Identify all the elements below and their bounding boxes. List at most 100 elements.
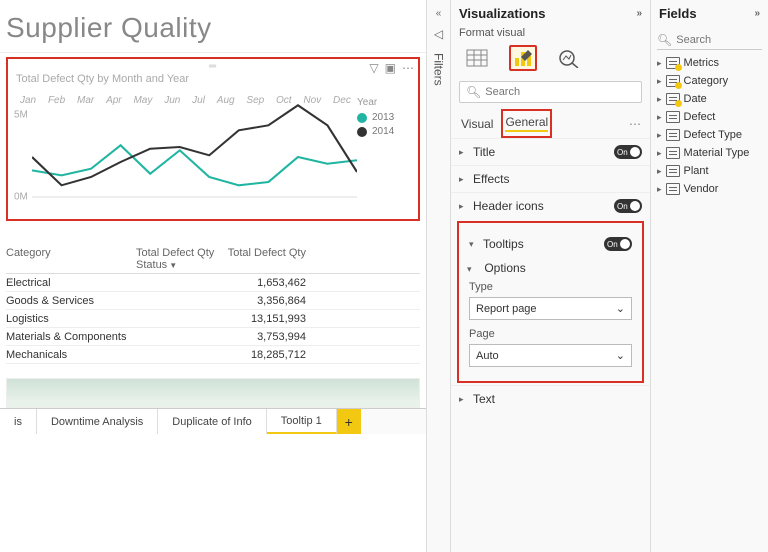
field-label: Plant [684, 165, 709, 177]
field-label: Vendor [684, 183, 719, 195]
report-tab[interactable]: Downtime Analysis [37, 409, 158, 434]
tab-general[interactable]: General [501, 109, 552, 138]
section-effects[interactable]: ▸ Effects [451, 165, 650, 192]
field-table[interactable]: ▸ Defect Type [651, 126, 768, 144]
legend-item: 2014 [357, 126, 412, 137]
cell-qty: 18,285,712 [216, 349, 306, 361]
y-tick: 0M [14, 191, 28, 202]
table-row[interactable]: Mechanicals 18,285,712 [6, 346, 420, 364]
filters-label: Filters [432, 53, 446, 86]
section-header-icons[interactable]: ▸ Header icons On [451, 192, 650, 219]
chevron-right-icon: ▸ [657, 94, 662, 105]
chevron-right-icon: ▸ [459, 174, 469, 185]
build-visual-icon[interactable] [463, 45, 491, 71]
cell-category: Logistics [6, 313, 136, 325]
col-category[interactable]: Category [6, 247, 136, 271]
section-tooltips[interactable]: ▾ Tooltips On [461, 231, 640, 257]
cell-category: Goods & Services [6, 295, 136, 307]
chevron-right-icon: ▸ [657, 76, 662, 87]
field-table[interactable]: ▸ Material Type [651, 144, 768, 162]
table-icon [666, 183, 680, 195]
tab-visual[interactable]: Visual [459, 113, 495, 135]
tooltip-page-dropdown[interactable]: Auto⌄ [469, 344, 632, 367]
viz-search[interactable]: 🔍︎ [459, 81, 642, 103]
cell-qty: 3,753,994 [216, 331, 306, 343]
expand-icon[interactable]: » [754, 8, 760, 19]
fields-search-input[interactable] [676, 34, 762, 46]
collapse-icon[interactable]: « [436, 8, 442, 19]
section-text[interactable]: ▸ Text [451, 385, 650, 412]
cell-category: Electrical [6, 277, 136, 289]
sort-desc-icon[interactable]: ▼ [169, 261, 177, 270]
report-tab[interactable]: Duplicate of Info [158, 409, 267, 434]
toggle-tooltips[interactable]: On [604, 237, 632, 251]
chart-legend: Year 2013 2014 [357, 91, 412, 211]
report-tabs: isDowntime AnalysisDuplicate of InfoTool… [0, 408, 426, 434]
chart-visual[interactable]: ═ ▽ ▣ ⋯ Total Defect Qty by Month and Ye… [6, 57, 420, 221]
viz-subtitle: Format visual [451, 27, 650, 39]
search-icon: 🔍︎ [657, 33, 672, 47]
fields-pane: Fields » 🔍︎ ▸ Metrics ▸ Category ▸ Date … [650, 0, 768, 552]
chevron-right-icon: ▸ [459, 394, 469, 405]
focus-icon[interactable]: ▣ [385, 61, 396, 75]
add-page-button[interactable]: + [337, 409, 361, 434]
chevron-right-icon: ▸ [657, 130, 662, 141]
cell-category: Mechanicals [6, 349, 136, 361]
analytics-icon[interactable] [555, 45, 583, 71]
visualizations-pane: Visualizations » Format visual 🔍︎ Visual… [450, 0, 650, 552]
tooltip-page-label: Page [461, 326, 640, 342]
field-table[interactable]: ▸ Defect [651, 108, 768, 126]
bookmark-icon[interactable]: ◁ [434, 27, 443, 41]
tooltip-type-dropdown[interactable]: Report page⌄ [469, 297, 632, 320]
cell-category: Materials & Components [6, 331, 136, 343]
chevron-down-icon: ⌄ [616, 349, 625, 362]
page-title: Supplier Quality [0, 0, 426, 53]
section-title[interactable]: ▸ Title On [451, 138, 650, 165]
field-label: Material Type [684, 147, 750, 159]
chevron-right-icon: ▸ [657, 58, 662, 69]
filter-icon[interactable]: ▽ [369, 61, 378, 75]
table-icon [666, 165, 680, 177]
filters-rail[interactable]: « ◁ Filters [426, 0, 450, 552]
fields-title: Fields [659, 6, 697, 21]
col-status[interactable]: Total Defect Qty Status▼ [136, 247, 216, 271]
toggle-title[interactable]: On [614, 145, 642, 159]
tabs-more-icon[interactable]: ⋯ [629, 117, 642, 131]
drag-handle-icon[interactable]: ═ [209, 61, 217, 72]
y-tick: 5M [14, 110, 28, 121]
col-qty[interactable]: Total Defect Qty [216, 247, 306, 271]
map-visual[interactable] [6, 378, 420, 408]
report-canvas: Supplier Quality ═ ▽ ▣ ⋯ Total Defect Qt… [0, 0, 426, 552]
field-table[interactable]: ▸ Category [651, 72, 768, 90]
table-row[interactable]: Materials & Components 3,753,994 [6, 328, 420, 346]
toggle-header-icons[interactable]: On [614, 199, 642, 213]
table-icon [666, 147, 680, 159]
field-label: Category [684, 75, 729, 87]
report-tab[interactable]: Tooltip 1 [267, 409, 337, 434]
table-icon [666, 111, 680, 123]
viz-search-input[interactable] [485, 86, 635, 98]
tooltips-section: ▾ Tooltips On ▾ Options Type Report page… [457, 221, 644, 383]
table-row[interactable]: Goods & Services 3,356,864 [6, 292, 420, 310]
fields-search[interactable]: 🔍︎ [657, 31, 762, 50]
expand-icon[interactable]: » [636, 8, 642, 19]
chevron-right-icon: ▸ [657, 166, 662, 177]
chart-plot: 5M 0M JanFebMarAprMayJunJulAugSepOctNovD… [14, 91, 357, 211]
more-icon[interactable]: ⋯ [402, 61, 414, 75]
table-row[interactable]: Logistics 13,151,993 [6, 310, 420, 328]
report-tab[interactable]: is [0, 409, 37, 434]
format-visual-icon[interactable] [509, 45, 537, 71]
viz-title: Visualizations [459, 6, 545, 21]
field-table[interactable]: ▸ Plant [651, 162, 768, 180]
table-row[interactable]: Electrical 1,653,462 [6, 274, 420, 292]
table-icon [666, 129, 680, 141]
options-header[interactable]: ▾ Options [461, 257, 640, 279]
cell-qty: 3,356,864 [216, 295, 306, 307]
cell-qty: 13,151,993 [216, 313, 306, 325]
table-icon [666, 57, 680, 69]
field-table[interactable]: ▸ Date [651, 90, 768, 108]
category-table[interactable]: Category Total Defect Qty Status▼ Total … [6, 247, 420, 364]
field-table[interactable]: ▸ Metrics [651, 54, 768, 72]
field-label: Metrics [684, 57, 719, 69]
field-table[interactable]: ▸ Vendor [651, 180, 768, 198]
